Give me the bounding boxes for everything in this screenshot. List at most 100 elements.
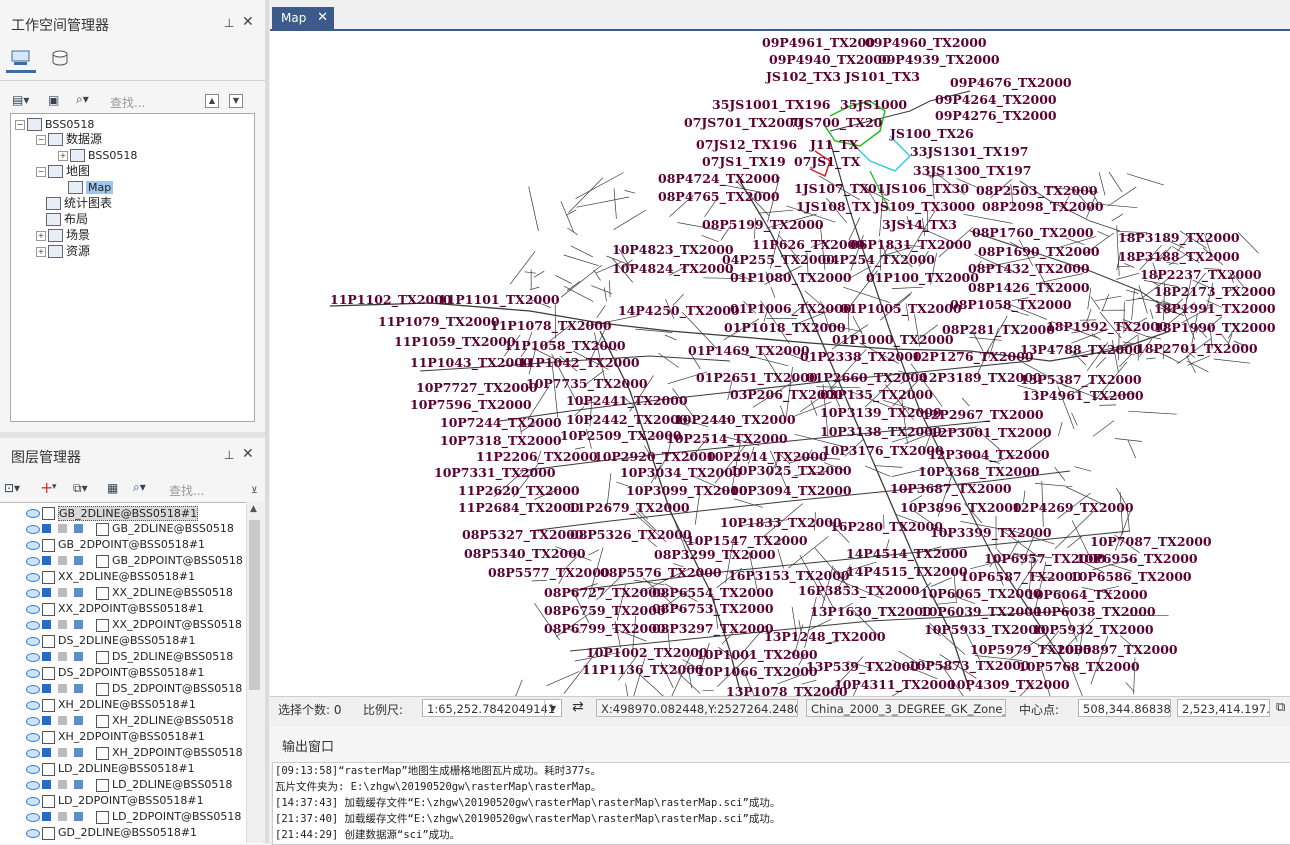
center-x-field[interactable]: 508,344.868389 [1078,699,1171,717]
open-workspace-icon[interactable]: ▤▾ [12,93,29,107]
select-icon[interactable] [42,524,51,533]
workspace-tab-icon[interactable] [11,50,31,66]
snap-icon[interactable] [74,524,83,533]
pin-icon[interactable]: ⊥ [224,448,234,462]
select-icon[interactable] [42,780,51,789]
select-icon[interactable] [42,684,51,693]
layer-search-input[interactable]: 查找... [169,482,204,499]
visibility-eye-icon[interactable] [26,541,40,550]
scale-select[interactable]: 1:65,252.7842049141 ▼ [422,699,562,717]
layer-row[interactable]: DS_2DPOINT@BSS0518 [0,681,246,697]
edit-icon[interactable] [58,684,67,693]
snap-icon[interactable] [74,780,83,789]
visibility-eye-icon[interactable] [26,781,40,790]
visibility-eye-icon[interactable] [26,509,40,518]
center-y-field[interactable]: 2,523,414.197... [1177,699,1270,717]
visibility-eye-icon[interactable] [26,829,40,838]
layer-row[interactable]: XX_2DPOINT@BSS0518 [0,617,246,633]
output-log[interactable]: [09:13:58]“rasterMap”地图生成栅格地图瓦片成功。耗时377s… [272,762,1290,845]
visibility-eye-icon[interactable] [26,525,40,534]
layer-row[interactable]: XX_2DLINE@BSS0518 [0,585,246,601]
layer-scrollbar[interactable]: ▲ [246,502,263,843]
tree-item[interactable]: +场景 [36,227,90,243]
expand-toggle-icon[interactable]: + [36,247,46,257]
layer-row[interactable]: LD_2DLINE@BSS0518#1 [0,761,246,777]
select-icon[interactable] [42,716,51,725]
tree-item[interactable]: Map [58,179,113,195]
crs-field[interactable]: China_2000_3_DEGREE_GK_Zone_38N [806,699,1006,717]
select-icon[interactable] [42,588,51,597]
snap-icon[interactable] [74,748,83,757]
visibility-eye-icon[interactable] [26,621,40,630]
close-icon[interactable]: ✕ [317,7,328,29]
swap-icon[interactable]: ⇄ [572,699,584,715]
visibility-eye-icon[interactable] [26,573,40,582]
search-icon[interactable]: ⌕▾ [76,92,89,107]
tree-item[interactable]: −地图 [36,163,90,179]
layer-row[interactable]: XX_2DPOINT@BSS0518#1 [0,601,246,617]
layer-row[interactable]: DS_2DLINE@BSS0518 [0,649,246,665]
save-icon[interactable]: ▣ [48,93,59,107]
layer-row[interactable]: LD_2DPOINT@BSS0518#1 [0,793,246,809]
layer-row[interactable]: XX_2DLINE@BSS0518#1 [0,569,246,585]
layer-row[interactable]: LD_2DPOINT@BSS0518 [0,809,246,825]
visibility-eye-icon[interactable] [26,685,40,694]
select-icon[interactable] [42,652,51,661]
scroll-thumb[interactable] [249,520,260,690]
layer-row[interactable]: GD_2DLINE@BSS0518#1 [0,825,246,841]
edit-icon[interactable] [58,780,67,789]
select-icon[interactable] [42,748,51,757]
snap-icon[interactable] [74,716,83,725]
visibility-eye-icon[interactable] [26,717,40,726]
workspace-search-input[interactable]: 查找... [110,94,145,111]
select-icon[interactable] [42,556,51,565]
edit-icon[interactable] [58,556,67,565]
tree-item[interactable]: −BSS0518 [15,116,94,132]
search-icon[interactable]: ⌕▾ [133,480,146,495]
visibility-eye-icon[interactable] [26,813,40,822]
visibility-eye-icon[interactable] [26,637,40,646]
snap-icon[interactable] [74,684,83,693]
layer-row[interactable]: DS_2DLINE@BSS0518#1 [0,633,246,649]
snap-icon[interactable] [74,556,83,565]
edit-icon[interactable] [58,716,67,725]
expand-toggle-icon[interactable]: + [58,151,68,161]
select-icon[interactable] [42,620,51,629]
visibility-eye-icon[interactable] [26,733,40,742]
tree-item[interactable]: +资源 [36,243,90,259]
edit-icon[interactable] [58,524,67,533]
edit-icon[interactable] [58,588,67,597]
snap-icon[interactable] [74,812,83,821]
visibility-eye-icon[interactable] [26,605,40,614]
database-tab-icon[interactable] [50,50,70,66]
copy-icon[interactable]: ⧉ [1276,700,1285,715]
snap-icon[interactable] [74,652,83,661]
pin-icon[interactable]: ⊥ [224,16,234,30]
tree-item[interactable]: 统计图表 [36,195,112,211]
layer-row[interactable]: GB_2DPOINT@BSS0518 [0,553,246,569]
layer-row[interactable]: GB_2DPOINT@BSS0518#1 [0,537,246,553]
dropdown-icon[interactable]: ▾ [52,482,57,492]
visibility-eye-icon[interactable] [26,797,40,806]
visibility-eye-icon[interactable] [26,701,40,710]
edit-icon[interactable] [58,748,67,757]
arrow-down-icon[interactable]: ▼ [229,94,243,108]
expand-toggle-icon[interactable]: − [36,135,46,145]
expand-toggle-icon[interactable]: + [36,231,46,241]
layer-row[interactable]: LD_2DLINE@BSS0518 [0,777,246,793]
layer-row[interactable]: XH_2DLINE@BSS0518 [0,713,246,729]
layer-row[interactable]: GB_2DLINE@BSS0518 [0,521,246,537]
map-canvas[interactable]: 09P4961_TX20009P4960_TX200009P4940_TX200… [270,29,1290,698]
visibility-eye-icon[interactable] [26,669,40,678]
layer-properties-icon[interactable]: ▦ [107,481,118,495]
visibility-eye-icon[interactable] [26,589,40,598]
layer-row[interactable]: GB_2DLINE@BSS0518#1 [0,505,246,521]
layer-row[interactable]: XH_2DLINE@BSS0518#1 [0,697,246,713]
edit-icon[interactable] [58,652,67,661]
scroll-up-icon[interactable]: ▲ [250,504,257,514]
close-icon[interactable]: ✕ [242,446,254,462]
layer-row[interactable]: XH_2DPOINT@BSS0518#1 [0,729,246,745]
tree-item[interactable]: −数据源 [36,131,102,147]
tab-map[interactable]: Map ✕ [272,7,334,29]
select-icon[interactable] [42,812,51,821]
